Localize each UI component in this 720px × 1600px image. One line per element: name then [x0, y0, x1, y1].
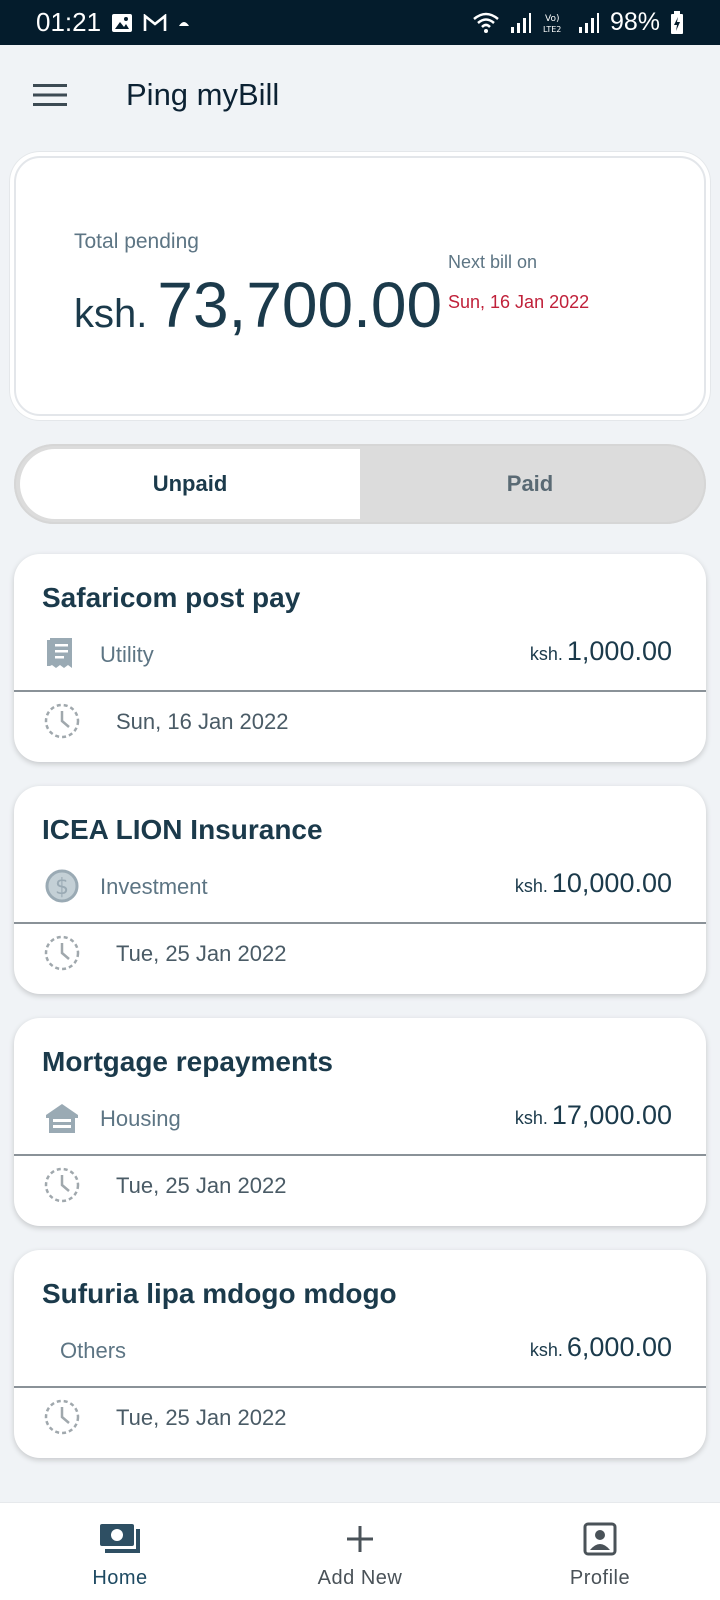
nav-profile-label: Profile: [569, 1567, 631, 1589]
battery-percentage: 98%: [609, 8, 660, 36]
divider: [14, 690, 706, 692]
divider: [14, 922, 706, 924]
gallery-notification-icon: [111, 13, 133, 33]
wifi-icon: [472, 12, 500, 34]
total-pending-amount: ksh. 73,700.00: [74, 268, 442, 342]
dollar-icon: $: [42, 866, 82, 906]
bill-amount-value: 1,000.00: [566, 636, 672, 666]
bill-card[interactable]: ICEA LION Insurance $ Investment ksh. 10…: [14, 786, 706, 994]
bill-card[interactable]: Safaricom post pay Utility ksh. 1,000.00…: [14, 554, 706, 762]
hamburger-menu-icon: [33, 84, 67, 106]
app-title: Ping myBill: [126, 77, 280, 112]
bill-currency: ksh.: [514, 1108, 548, 1128]
bill-category: Investment: [100, 874, 208, 899]
clock-icon: [42, 933, 82, 973]
svg-text:$: $: [55, 875, 69, 900]
bill-amount: ksh. 6,000.00: [530, 1332, 672, 1363]
bill-category: Others: [60, 1338, 127, 1363]
svg-text:LTE2: LTE2: [543, 25, 561, 34]
receipt-icon: [42, 634, 82, 674]
bill-card[interactable]: Sufuria lipa mdogo mdogo Others ksh. 6,0…: [14, 1250, 706, 1458]
bill-due-date: Sun, 16 Jan 2022: [116, 709, 289, 734]
bill-due-date: Tue, 25 Jan 2022: [116, 941, 287, 966]
volte-icon: Vo) LTE2: [542, 11, 568, 35]
status-left: 01:21: [36, 7, 191, 38]
app-notification-icon: [177, 18, 191, 28]
bill-name: Mortgage repayments: [42, 1046, 333, 1077]
divider: [14, 1154, 706, 1156]
next-bill-date: Sun, 16 Jan 2022: [448, 292, 590, 312]
status-time: 01:21: [36, 7, 102, 37]
clock-icon: [42, 1397, 82, 1437]
bill-amount-value: 6,000.00: [566, 1332, 672, 1362]
signal-2-icon: [578, 12, 600, 34]
summary-card: Total pending ksh. 73,700.00 Next bill o…: [14, 156, 706, 416]
clock-icon: [42, 701, 82, 741]
total-pending-label: Total pending: [74, 230, 199, 253]
paid-status-toggle: Unpaid Paid: [14, 444, 706, 524]
nav-add-new[interactable]: Add New: [240, 1503, 480, 1600]
bottom-navigation: Home Add New Profile: [0, 1502, 720, 1600]
bill-due-date: Tue, 25 Jan 2022: [116, 1405, 287, 1430]
bill-name: Safaricom post pay: [42, 582, 301, 613]
money-stack-icon: [99, 1521, 141, 1557]
signal-icon: [510, 12, 532, 34]
bill-amount: ksh. 17,000.00: [515, 1100, 672, 1131]
nav-add-new-label: Add New: [317, 1567, 403, 1589]
bill-currency: ksh.: [514, 876, 548, 896]
bill-currency: ksh.: [529, 644, 563, 664]
total-currency: ksh.: [74, 292, 148, 336]
bill-currency: ksh.: [529, 1340, 563, 1360]
next-bill-label: Next bill on: [448, 252, 538, 272]
tab-unpaid[interactable]: Unpaid: [20, 449, 360, 519]
profile-icon: [583, 1521, 617, 1557]
svg-text:Vo): Vo): [545, 14, 559, 24]
nav-profile[interactable]: Profile: [480, 1503, 720, 1600]
status-bar: 01:21 Vo) LTE2 98%: [0, 0, 720, 45]
divider: [14, 1386, 706, 1388]
house-icon: [42, 1098, 82, 1138]
battery-charging-icon: [670, 10, 684, 35]
bill-amount-value: 17,000.00: [551, 1100, 672, 1130]
app-bar: Ping myBill: [0, 45, 720, 145]
nav-home-label: Home: [92, 1567, 148, 1589]
status-right: Vo) LTE2 98%: [472, 8, 684, 37]
bill-category: Utility: [100, 642, 154, 667]
bill-category: Housing: [100, 1106, 181, 1131]
bill-amount: ksh. 1,000.00: [530, 636, 672, 667]
total-value: 73,700.00: [157, 269, 443, 341]
bill-name: ICEA LION Insurance: [42, 814, 323, 845]
plus-icon: [345, 1521, 375, 1557]
tab-paid[interactable]: Paid: [360, 449, 700, 519]
menu-button[interactable]: [14, 59, 86, 131]
nav-home[interactable]: Home: [0, 1503, 240, 1600]
bill-due-date: Tue, 25 Jan 2022: [116, 1173, 287, 1198]
bill-card[interactable]: Mortgage repayments Housing ksh. 17,000.…: [14, 1018, 706, 1226]
bill-amount: ksh. 10,000.00: [515, 868, 672, 899]
bill-name: Sufuria lipa mdogo mdogo: [42, 1278, 397, 1309]
clock-icon: [42, 1165, 82, 1205]
gmail-notification-icon: [143, 13, 167, 32]
bill-amount-value: 10,000.00: [551, 868, 672, 898]
